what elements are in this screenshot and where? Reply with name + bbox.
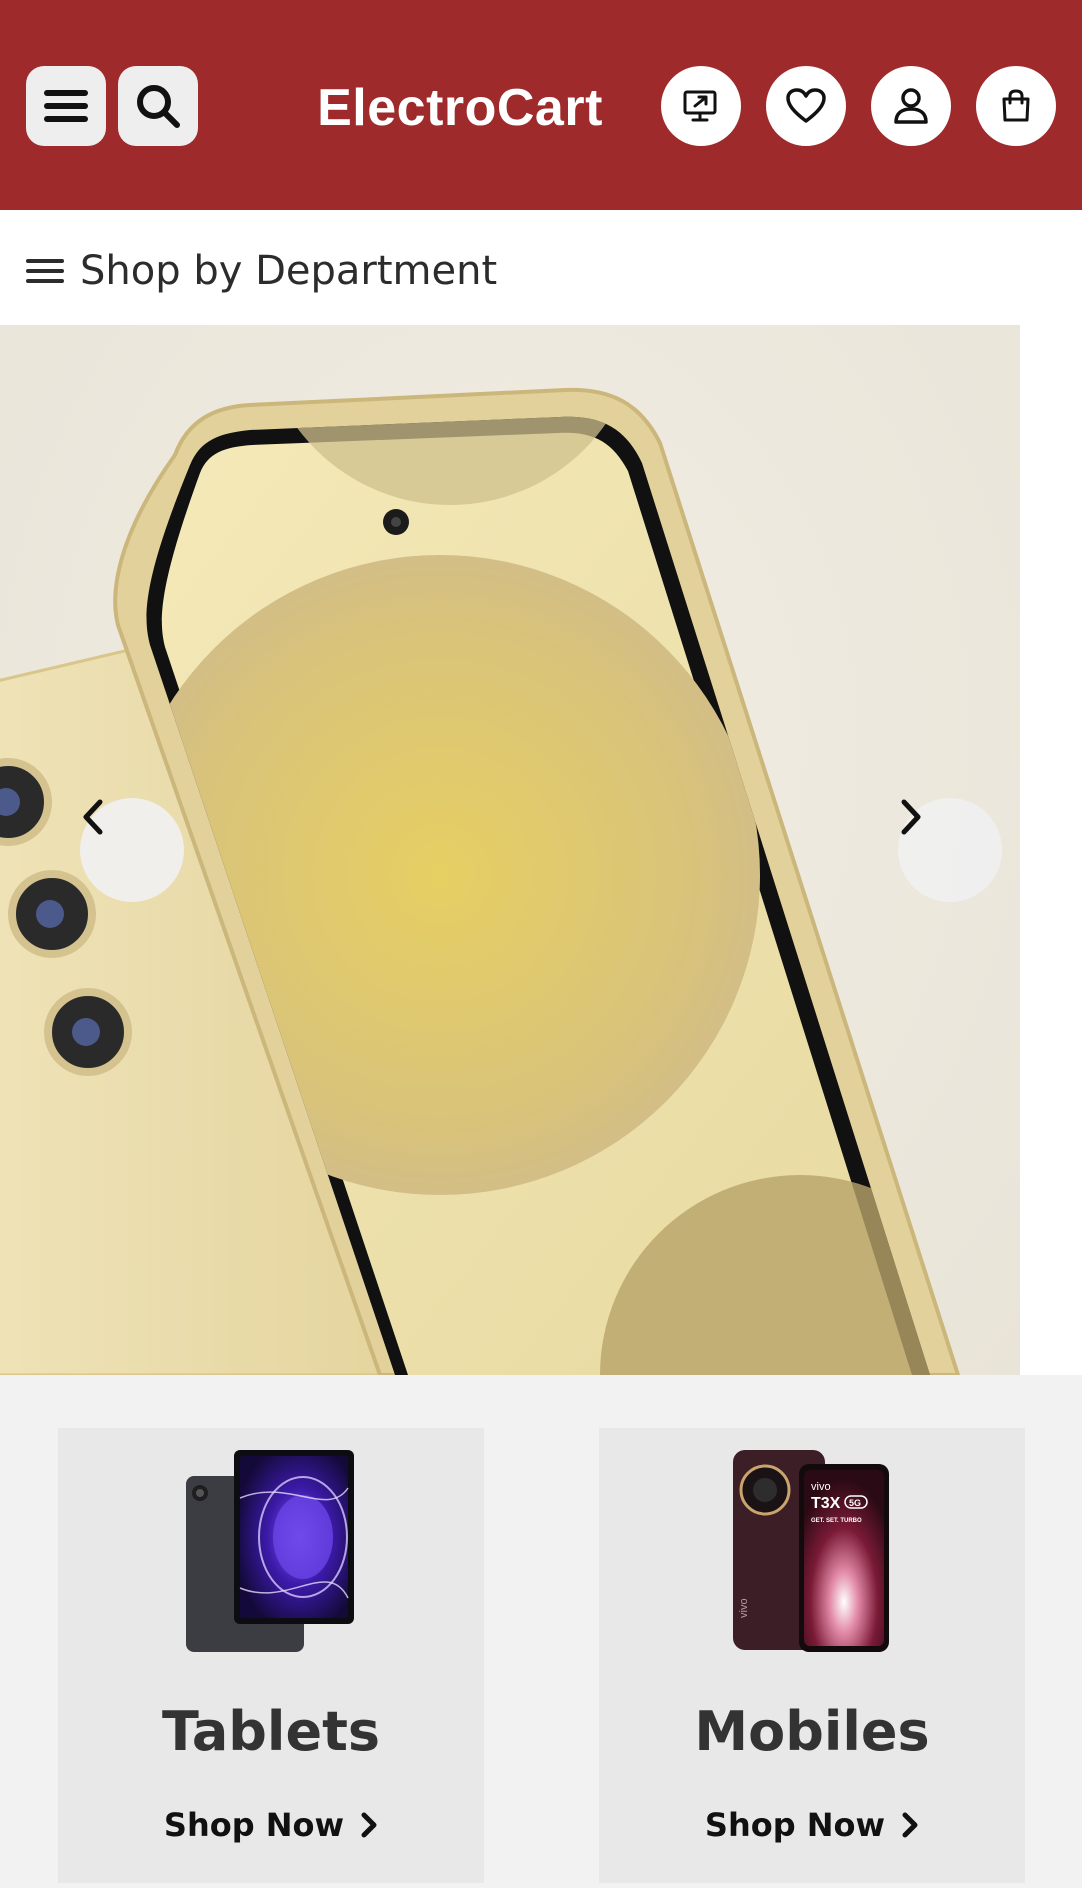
screen-model: T3X: [811, 1495, 841, 1512]
mobiles-product-image: vivo vivo T3X 5G GET. SET. TURBO: [733, 1450, 889, 1652]
brand-logo[interactable]: ElectroCart: [260, 78, 660, 138]
screen-tagline: GET. SET. TURBO: [811, 1518, 862, 1524]
tablet-product-image: [186, 1450, 354, 1652]
cart-button[interactable]: [976, 66, 1056, 146]
shop-now-link[interactable]: Shop Now: [58, 1805, 484, 1845]
category-title: Tablets: [161, 1700, 381, 1763]
wishlist-button[interactable]: [766, 66, 846, 146]
chevron-right-icon: [361, 1812, 377, 1838]
shop-now-label: Shop Now: [163, 1806, 345, 1844]
shop-by-department-menu[interactable]: Shop by Department: [26, 244, 497, 298]
category-title: Mobiles: [694, 1700, 930, 1763]
back-phone-logo: vivo: [738, 1598, 750, 1618]
search-icon: [137, 85, 180, 128]
shop-by-department-label: Shop by Department: [80, 248, 498, 294]
chevron-right-icon: [902, 1812, 918, 1838]
carousel-next-slide-peek: [1020, 325, 1082, 1375]
heart-icon: [786, 88, 826, 123]
chevron-left-icon: [83, 799, 103, 835]
category-section: Tablets Shop Now vivo vivo T3X 5G GET. S…: [0, 1375, 1082, 1888]
chevron-right-icon: [901, 799, 921, 835]
carousel-next-button[interactable]: [898, 798, 1002, 902]
menu-button[interactable]: [26, 66, 106, 146]
monitor-share-icon: [683, 90, 717, 122]
category-card-mobiles[interactable]: vivo vivo T3X 5G GET. SET. TURBO Mobiles…: [599, 1428, 1025, 1883]
carousel-prev-button[interactable]: [80, 798, 184, 902]
hamburger-icon: [26, 259, 64, 283]
shop-now-label: Shop Now: [704, 1806, 886, 1844]
user-icon: [894, 88, 928, 124]
shop-now-link[interactable]: Shop Now: [599, 1805, 1025, 1845]
compare-button[interactable]: [661, 66, 741, 146]
category-card-tablets[interactable]: Tablets Shop Now: [58, 1428, 484, 1883]
account-button[interactable]: [871, 66, 951, 146]
hero-carousel[interactable]: [0, 325, 1020, 1375]
search-button[interactable]: [118, 66, 198, 146]
shopping-bag-icon: [1002, 89, 1030, 122]
hamburger-icon: [44, 90, 88, 122]
site-header: ElectroCart: [0, 0, 1082, 210]
page: ElectroCart Shop by Department Tablets S…: [0, 0, 1082, 1888]
screen-brand: vivo: [811, 1481, 831, 1493]
screen-badge: 5G: [849, 1498, 861, 1508]
